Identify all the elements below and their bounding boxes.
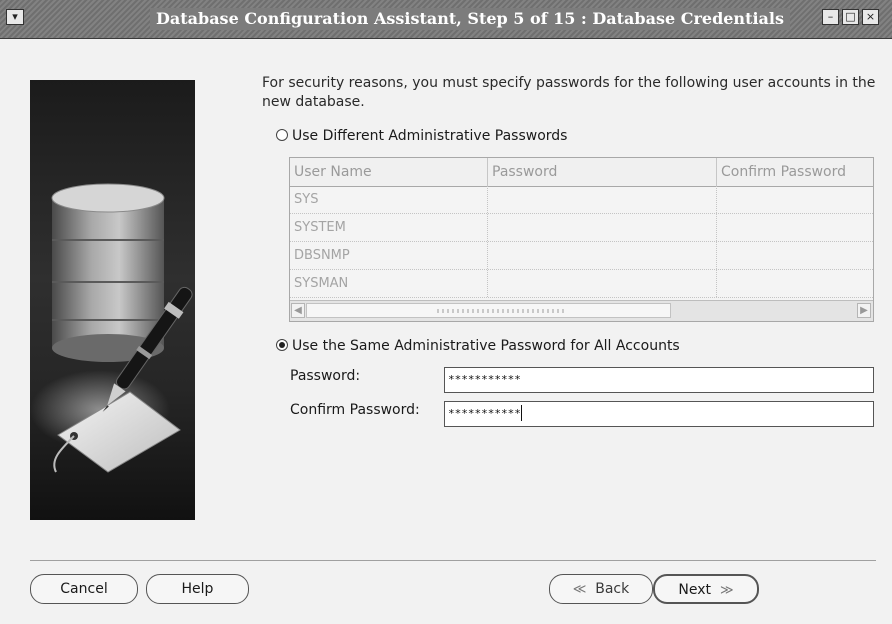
help-button-label: Help bbox=[181, 581, 214, 597]
cell-confirm-password bbox=[717, 186, 873, 213]
cell-user-name: SYSTEM bbox=[290, 214, 488, 241]
database-pen-icon bbox=[30, 183, 193, 473]
cancel-button-label: Cancel bbox=[60, 581, 108, 597]
table-row: SYSTEM bbox=[290, 214, 873, 242]
radio-checked-icon[interactable] bbox=[276, 339, 288, 351]
confirm-password-label: Confirm Password: bbox=[290, 402, 420, 418]
cell-confirm-password bbox=[717, 270, 873, 297]
cell-user-name: SYS bbox=[290, 186, 488, 213]
scrollbar-grip bbox=[437, 309, 567, 313]
close-icon[interactable]: × bbox=[862, 9, 879, 25]
cell-user-name: SYSMAN bbox=[290, 270, 488, 297]
scroll-left-icon[interactable]: ◀ bbox=[291, 303, 305, 318]
text-caret bbox=[520, 405, 522, 421]
scrollbar-thumb[interactable] bbox=[306, 303, 671, 318]
confirm-password-field-value: *********** bbox=[448, 407, 521, 420]
cell-password bbox=[488, 214, 717, 241]
cell-password bbox=[488, 270, 717, 297]
password-field[interactable]: *********** bbox=[444, 367, 874, 393]
back-chevron-icon: ≪ bbox=[572, 582, 587, 597]
table-row: SYS bbox=[290, 186, 873, 214]
window-title: Database Configuration Assistant, Step 5… bbox=[150, 8, 790, 30]
next-chevron-icon: ≫ bbox=[719, 583, 734, 598]
user-password-table: User Name Password Confirm Password SYS … bbox=[289, 157, 874, 322]
cell-password bbox=[488, 186, 717, 213]
cell-user-name: DBSNMP bbox=[290, 242, 488, 269]
back-button-label: Back bbox=[595, 581, 630, 597]
table-header: User Name Password Confirm Password bbox=[290, 158, 873, 187]
password-label: Password: bbox=[290, 368, 361, 384]
database-illustration bbox=[30, 80, 195, 520]
help-button[interactable]: Help bbox=[146, 574, 249, 604]
confirm-password-field[interactable]: *********** bbox=[444, 401, 874, 427]
cancel-button[interactable]: Cancel bbox=[30, 574, 138, 604]
next-button-label: Next bbox=[678, 582, 712, 598]
radio-different-passwords[interactable]: Use Different Administrative Passwords bbox=[276, 128, 567, 144]
column-header-user-name: User Name bbox=[290, 158, 488, 186]
back-button[interactable]: ≪ Back bbox=[549, 574, 653, 604]
table-horizontal-scrollbar[interactable]: ◀ ▶ bbox=[290, 300, 873, 321]
intro-text: For security reasons, you must specify p… bbox=[262, 75, 876, 110]
column-header-confirm-password: Confirm Password bbox=[721, 164, 847, 180]
cell-confirm-password bbox=[717, 214, 873, 241]
radio-unchecked-icon[interactable] bbox=[276, 129, 288, 141]
column-header-password: Password bbox=[488, 158, 717, 186]
window-menu-chevron-down-icon[interactable]: ▾ bbox=[6, 9, 24, 25]
minimize-icon[interactable]: – bbox=[822, 9, 839, 25]
password-field-value: *********** bbox=[448, 373, 521, 386]
table-row: DBSNMP bbox=[290, 242, 873, 270]
footer-divider bbox=[30, 560, 876, 561]
cell-password bbox=[488, 242, 717, 269]
scroll-right-icon[interactable]: ▶ bbox=[857, 303, 871, 318]
table-row: SYSMAN bbox=[290, 270, 873, 298]
cell-confirm-password bbox=[717, 242, 873, 269]
radio-same-password[interactable]: Use the Same Administrative Password for… bbox=[276, 338, 680, 354]
window-title-bar[interactable]: ▾ Database Configuration Assistant, Step… bbox=[0, 0, 892, 39]
radio-different-label: Use Different Administrative Passwords bbox=[292, 128, 568, 144]
radio-same-label: Use the Same Administrative Password for… bbox=[292, 338, 680, 354]
next-button[interactable]: Next ≫ bbox=[653, 574, 759, 604]
maximize-icon[interactable]: □ bbox=[842, 9, 859, 25]
